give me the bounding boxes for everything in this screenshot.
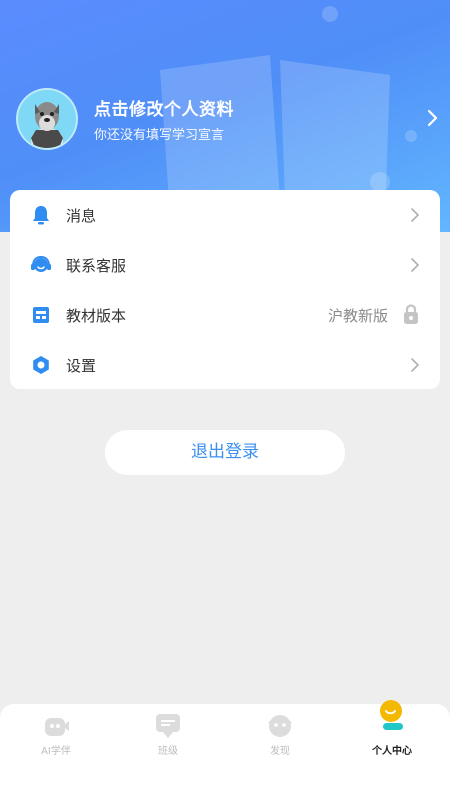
avatar[interactable]: [16, 88, 78, 150]
gear-icon: [33, 356, 49, 374]
menu-item-label: 联系客服: [66, 257, 127, 275]
menu-item-textbook-version[interactable]: 教材版本 沪教新版: [10, 290, 440, 340]
ai-companion-icon: [45, 718, 69, 736]
bottom-nav: AI学伴 班级 发现 个人中心: [0, 700, 450, 800]
nav-tab-discover[interactable]: 发现: [224, 704, 336, 764]
chevron-right-icon: [411, 208, 420, 222]
menu-item-customer-service[interactable]: 联系客服: [10, 240, 440, 290]
menu-card: 消息 联系客服 教材版本 沪教新版 设置: [10, 190, 440, 389]
nav-tab-profile-center[interactable]: 个人中心: [336, 700, 448, 764]
nav-label: AI学伴: [41, 746, 71, 757]
nav-tab-ai-companion[interactable]: AI学伴: [0, 704, 112, 764]
decorative-dot: [322, 6, 338, 22]
decorative-dot: [370, 172, 390, 192]
profile-center-icon: [380, 700, 403, 730]
dog-avatar-icon: [18, 90, 76, 148]
decorative-dot: [405, 130, 417, 142]
menu-item-settings[interactable]: 设置: [10, 340, 440, 390]
nav-label-active: 个人中心: [372, 746, 412, 757]
textbook-version-value: 沪教新版: [327, 307, 388, 325]
menu-item-messages[interactable]: 消息: [10, 190, 440, 240]
profile-title[interactable]: 点击修改个人资料: [94, 95, 234, 120]
class-icon: [156, 714, 180, 738]
logout-button[interactable]: 退出登录: [105, 430, 345, 475]
profile-subtitle: 你还没有填写学习宣言: [94, 128, 225, 143]
chevron-right-icon: [411, 258, 420, 272]
nav-label: 发现: [270, 746, 290, 757]
discover-icon: [268, 715, 292, 737]
headset-icon: [31, 255, 51, 272]
menu-item-label: 教材版本: [66, 307, 127, 325]
menu-item-label: 设置: [66, 357, 97, 375]
chevron-right-icon[interactable]: [424, 108, 440, 128]
bell-icon: [33, 206, 49, 225]
nav-label: 班级: [158, 746, 178, 757]
lock-icon: [404, 304, 418, 324]
book-icon: [33, 307, 49, 323]
chevron-right-icon: [411, 358, 420, 372]
menu-item-label: 消息: [66, 207, 97, 225]
nav-tab-class[interactable]: 班级: [112, 704, 224, 764]
